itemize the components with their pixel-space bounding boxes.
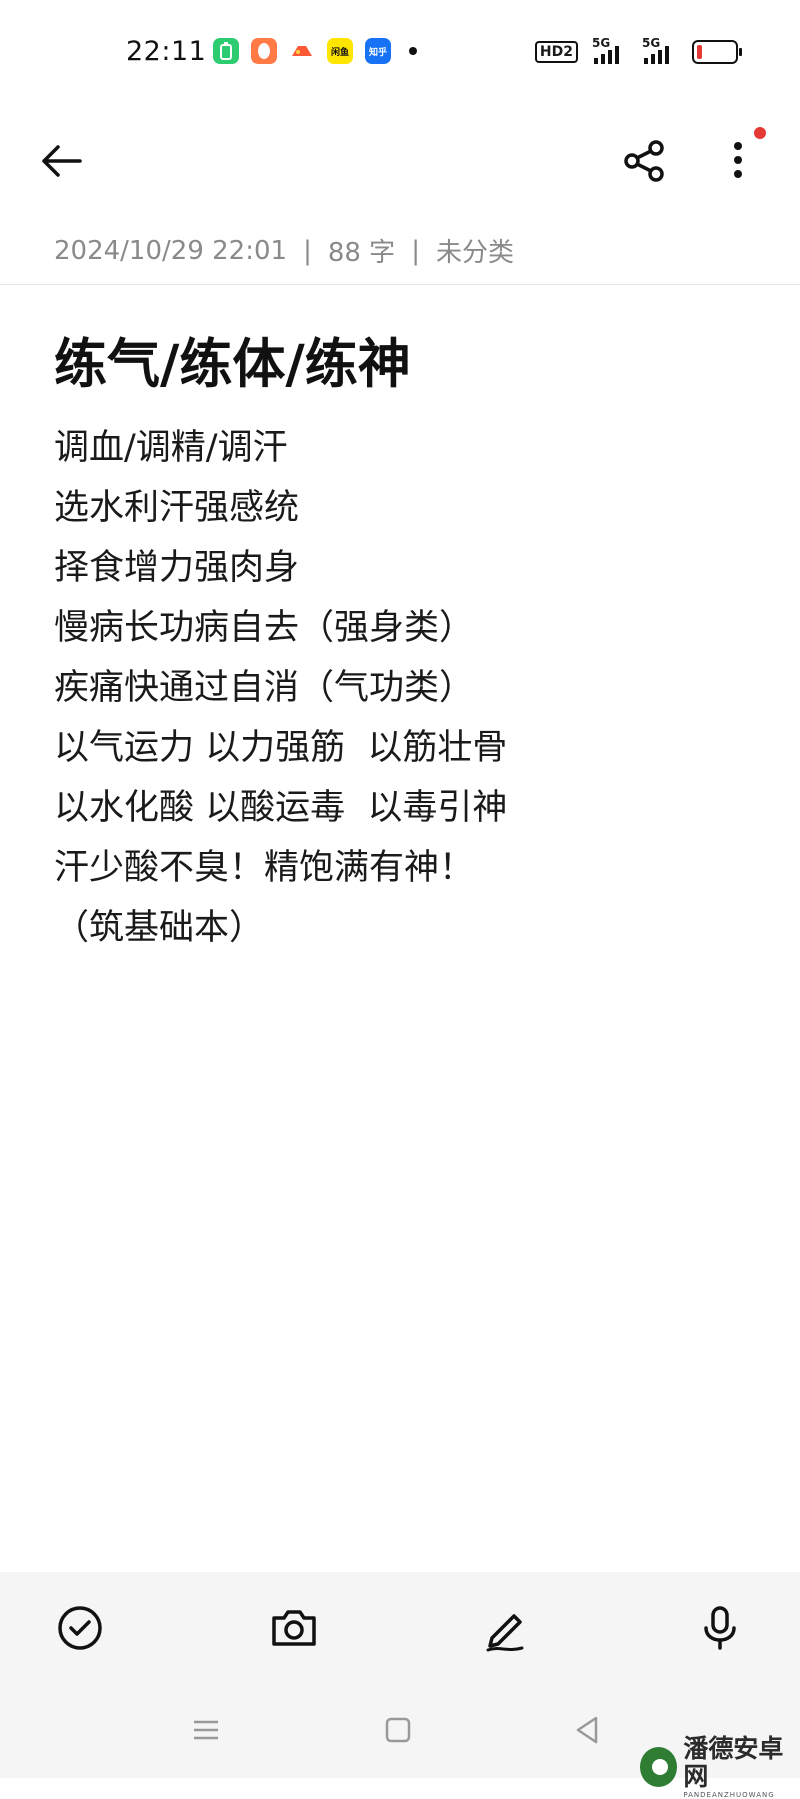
watermark: 潘德安卓网 PANDEANZHUOWANG	[640, 1735, 800, 1799]
handwriting-button[interactable]	[478, 1600, 534, 1656]
note-line: 择食增力强肉身	[54, 548, 300, 588]
browser-app-icon	[251, 38, 277, 64]
note-word-count: 88 字	[327, 238, 396, 268]
meta-separator: |	[303, 235, 312, 266]
note-meta: 2024/10/29 22:01 | 88 字 | 未分类	[54, 232, 514, 269]
xianyu-app-icon: 闲鱼	[327, 38, 353, 64]
system-icons: HD2 5G 5G	[534, 36, 742, 64]
note-line: 以水化酸 以酸运毒 以毒引神	[54, 788, 508, 828]
signal-icon-sim2: 5G	[642, 36, 678, 64]
share-button[interactable]	[620, 136, 670, 186]
camera-icon	[272, 1610, 316, 1646]
status-time: 22:11	[126, 36, 207, 67]
hd-voice-icon: HD2	[534, 41, 578, 63]
meta-separator: |	[411, 235, 420, 266]
nav-back-button[interactable]	[568, 1710, 608, 1750]
status-bar: 22:11 闲鱼 知乎 HD2 5G 5G	[0, 0, 800, 100]
note-line: 疾痛快通过自消（气功类）	[54, 668, 475, 708]
update-badge	[754, 127, 766, 139]
camera-button[interactable]	[266, 1600, 322, 1656]
battery-manager-app-icon	[213, 38, 239, 64]
watermark-subtitle: PANDEANZHUOWANG	[683, 1791, 775, 1799]
voice-input-button[interactable]	[692, 1600, 748, 1656]
note-date: 2024/10/29 22:01	[54, 235, 288, 266]
back-triangle-icon	[576, 1716, 598, 1744]
nav-menu-button[interactable]	[186, 1710, 226, 1750]
note-line: （筑基础本）	[54, 908, 265, 948]
more-options-button[interactable]	[720, 132, 760, 188]
menu-icon	[194, 1720, 218, 1740]
signal-icon-sim1: 5G	[592, 36, 628, 64]
nav-home-button[interactable]	[378, 1710, 418, 1750]
notification-icons: 闲鱼 知乎	[213, 38, 417, 64]
back-arrow-icon	[42, 145, 82, 177]
share-icon	[624, 140, 664, 182]
note-line: 调血/调精/调汗	[54, 428, 288, 468]
checklist-button[interactable]	[52, 1600, 108, 1656]
check-circle-icon	[58, 1606, 102, 1650]
watermark-title: 潘德安卓网	[683, 1734, 784, 1791]
note-line: 选水利汗强感统	[54, 488, 300, 528]
microphone-icon	[704, 1606, 736, 1650]
note-body[interactable]: 调血/调精/调汗 选水利汗强感统 择食增力强肉身 慢病长功病自去（强身类） 疾痛…	[54, 418, 507, 958]
note-toolbar	[0, 110, 800, 206]
note-category[interactable]: 未分类	[436, 232, 514, 269]
game-app-icon	[289, 38, 315, 64]
note-line: 汗少酸不臭！精饱满有神！	[54, 848, 475, 888]
more-notifications-dot	[409, 47, 417, 55]
note-line: 慢病长功病自去（强身类）	[54, 608, 475, 648]
note-title[interactable]: 练气/练体/练神	[54, 322, 411, 398]
home-square-icon	[385, 1717, 411, 1743]
more-vertical-icon	[734, 142, 742, 178]
zhihu-app-icon: 知乎	[365, 38, 391, 64]
battery-icon	[692, 40, 742, 64]
pen-icon	[486, 1614, 524, 1652]
back-button[interactable]	[36, 136, 86, 186]
header-divider	[0, 284, 800, 285]
watermark-logo-icon	[640, 1747, 678, 1787]
note-line: 以气运力 以力强筋 以筋壮骨	[54, 728, 508, 768]
